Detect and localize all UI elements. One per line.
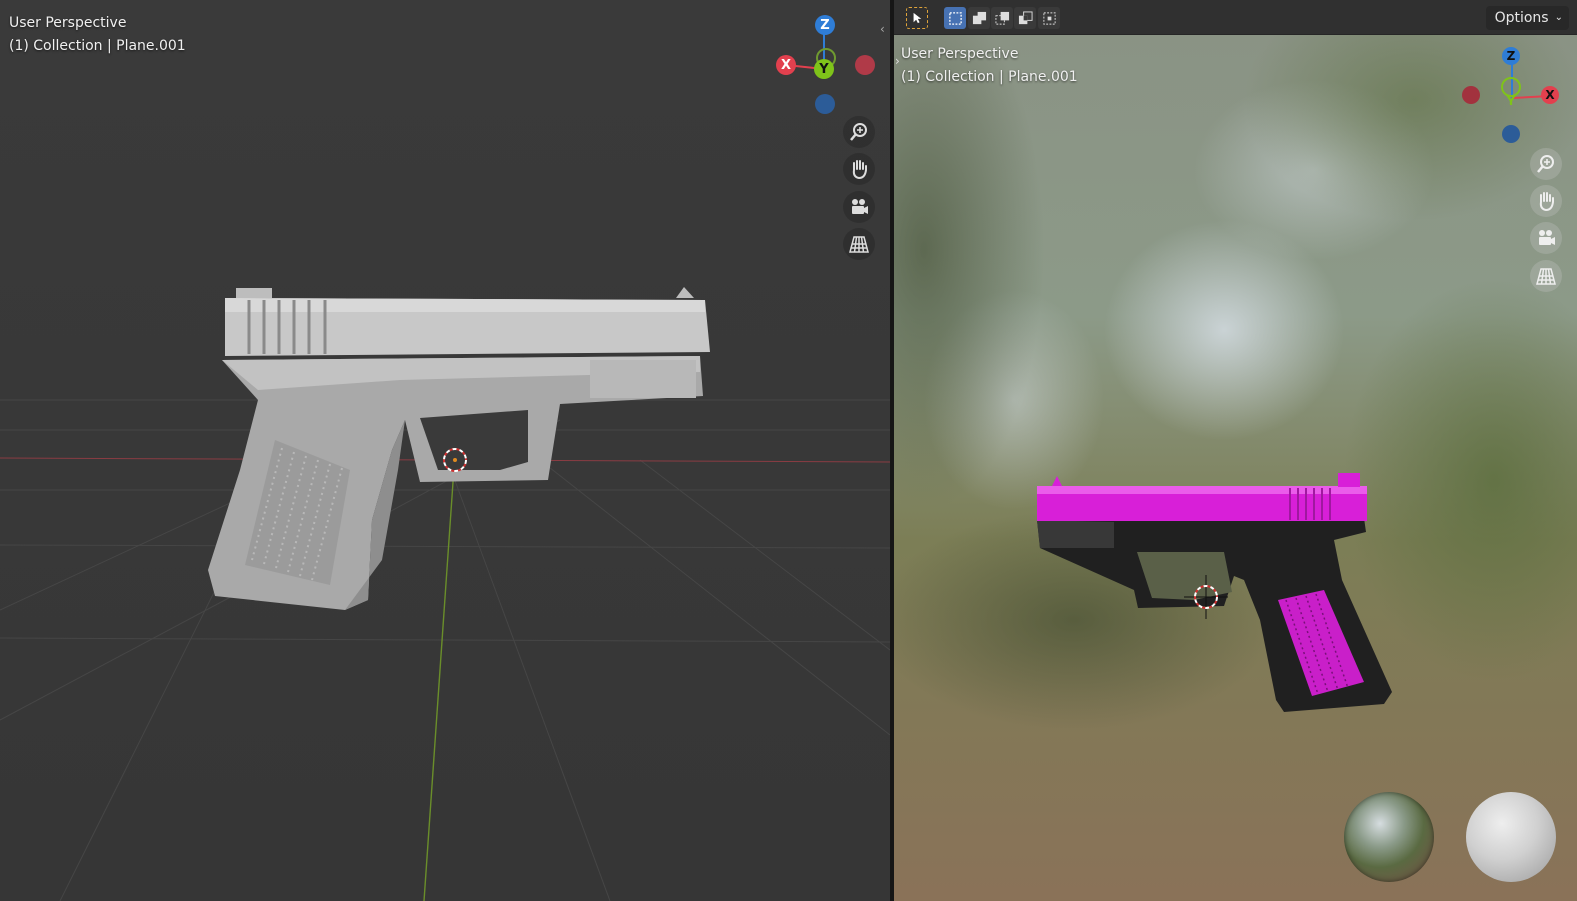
- gizmo-y-axis[interactable]: Y: [814, 59, 834, 79]
- camera-view-button[interactable]: [1530, 222, 1562, 254]
- gizmo-z-axis[interactable]: Z: [815, 15, 835, 35]
- camera-icon: [852, 199, 868, 214]
- diffuse-preview-sphere: [1466, 792, 1556, 882]
- select-box-icon: [948, 11, 962, 25]
- gizmo-neg-z-axis[interactable]: [815, 94, 835, 114]
- viewport-header-toolbar: Options ⌄: [894, 0, 1577, 35]
- navigation-gizmo[interactable]: Z Y X: [1462, 46, 1564, 146]
- select-box-mode[interactable]: [944, 7, 966, 29]
- perspective-toggle-button[interactable]: [1530, 260, 1562, 292]
- select-extend-icon: [972, 11, 986, 24]
- pan-button[interactable]: [843, 153, 875, 185]
- view-name: User Perspective: [901, 46, 1019, 62]
- viewport-info: User Perspective (1) Collection | Plane.…: [9, 12, 186, 58]
- pan-button[interactable]: [1530, 185, 1562, 217]
- camera-icon: [1539, 230, 1555, 245]
- toolbar-toggle-icon[interactable]: ›: [895, 54, 900, 68]
- select-subtract-icon: [994, 11, 1009, 25]
- gizmo-z-axis[interactable]: Z: [1502, 47, 1520, 65]
- select-extend-mode[interactable]: [968, 7, 990, 29]
- gizmo-neg-x-axis[interactable]: [1462, 86, 1480, 104]
- view-name: User Perspective: [9, 15, 127, 31]
- zoom-icon: [1537, 155, 1554, 173]
- select-intersect-icon: [1042, 11, 1056, 25]
- zoom-icon: [850, 123, 867, 141]
- pan-hand-icon: [852, 160, 867, 180]
- hdri-preview-sphere: [1344, 792, 1434, 882]
- zoom-button[interactable]: [1530, 148, 1562, 180]
- select-invert-icon: [1018, 10, 1033, 24]
- select-subtract-mode[interactable]: [991, 7, 1013, 29]
- left-scene: [0, 0, 890, 901]
- select-cursor-tool[interactable]: [906, 7, 928, 29]
- gizmo-neg-x-axis[interactable]: [855, 55, 875, 75]
- gizmo-x-axis[interactable]: X: [1541, 86, 1559, 104]
- gizmo-y-axis[interactable]: Y: [1502, 92, 1520, 110]
- grid-perspective-icon: [1536, 268, 1556, 285]
- perspective-toggle-button[interactable]: [843, 228, 875, 260]
- collection-label: (1) Collection | Plane.001: [901, 69, 1078, 85]
- select-intersect-mode[interactable]: [1038, 7, 1060, 29]
- chevron-down-icon: ⌄: [1554, 12, 1563, 23]
- viewport-info: User Perspective (1) Collection | Plane.…: [901, 43, 1078, 89]
- select-cursor-icon: [913, 12, 922, 24]
- select-invert-mode[interactable]: [1014, 7, 1036, 29]
- gizmo-neg-z-axis[interactable]: [1502, 125, 1520, 143]
- zoom-button[interactable]: [843, 116, 875, 148]
- gizmo-x-axis[interactable]: X: [776, 55, 796, 75]
- collection-label: (1) Collection | Plane.001: [9, 38, 186, 54]
- right-viewport[interactable]: Options ⌄ User Perspective (1) Collectio…: [894, 0, 1577, 901]
- grid-perspective-icon: [849, 236, 869, 253]
- pan-hand-icon: [1539, 192, 1554, 212]
- camera-view-button[interactable]: [843, 191, 875, 223]
- options-label: Options: [1494, 10, 1549, 26]
- options-dropdown[interactable]: Options ⌄: [1485, 6, 1569, 30]
- left-viewport[interactable]: User Perspective (1) Collection | Plane.…: [0, 0, 890, 901]
- sidebar-toggle-icon[interactable]: ‹: [880, 22, 885, 36]
- navigation-gizmo[interactable]: Z X Y: [770, 12, 880, 122]
